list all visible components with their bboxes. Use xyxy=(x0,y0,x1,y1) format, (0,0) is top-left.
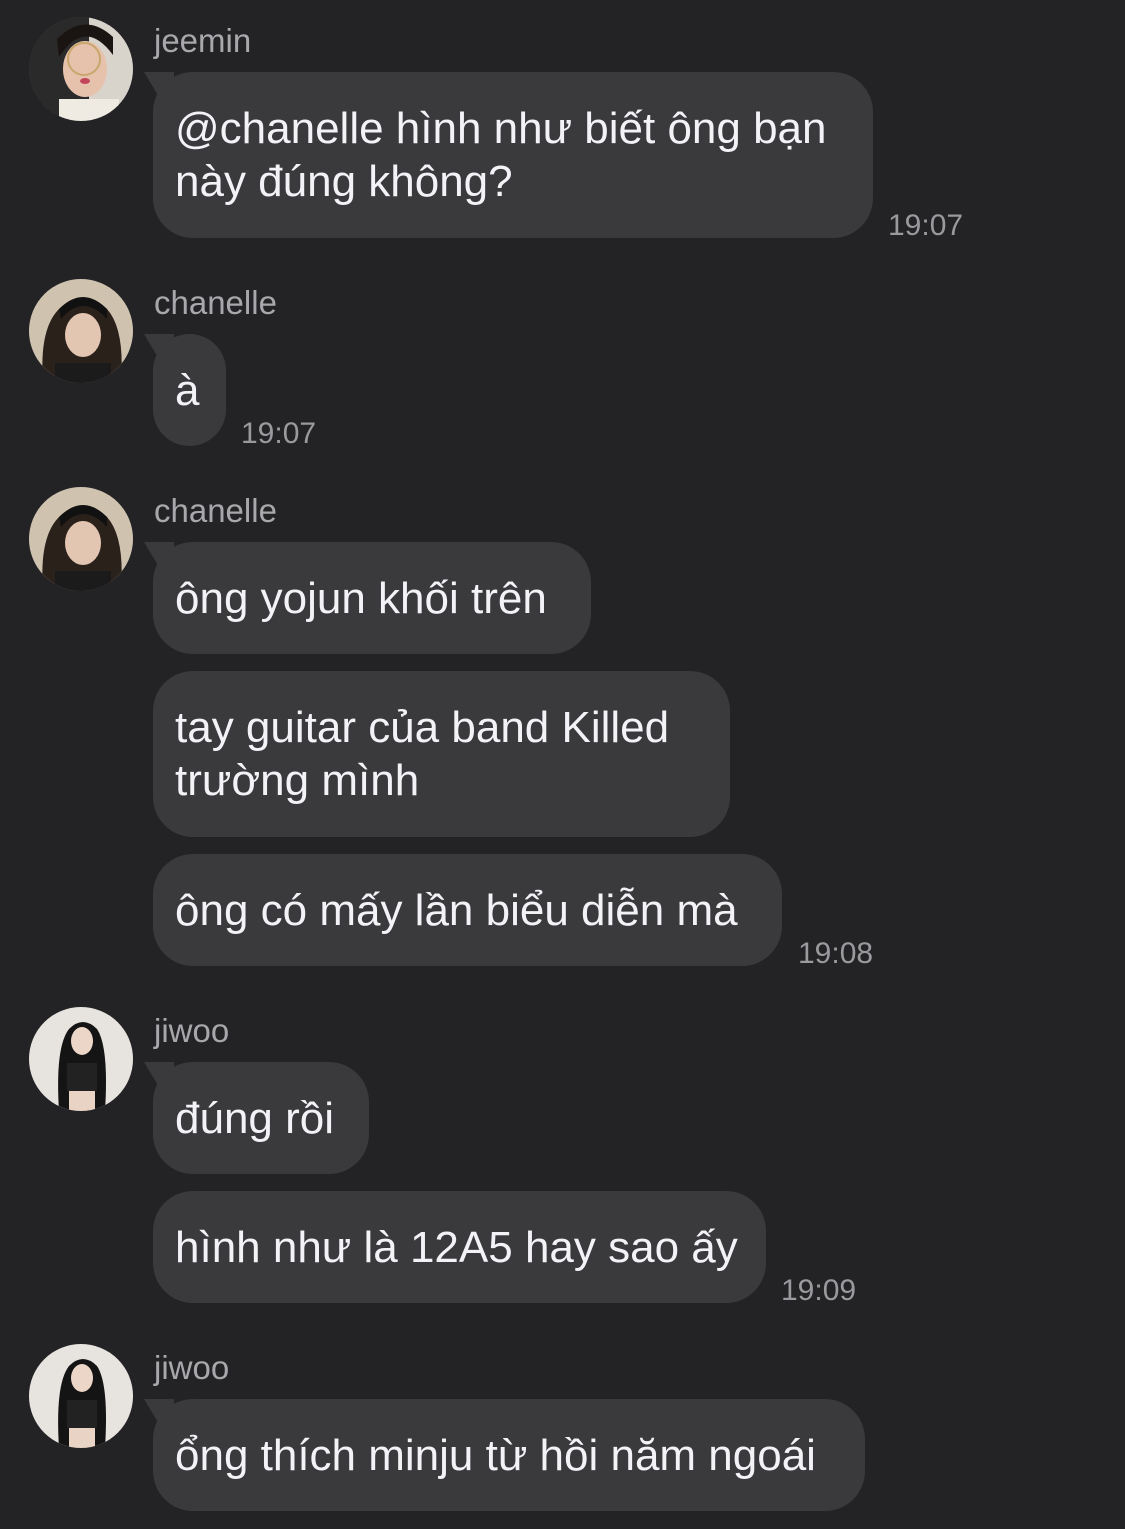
sender-name: chanelle xyxy=(154,492,277,529)
message-text: tay guitar của band Killed trường mình xyxy=(175,703,670,805)
message-timestamp: 19:07 xyxy=(241,417,317,450)
message-bubble[interactable]: đúng rồi xyxy=(153,1062,369,1174)
message-bubble[interactable]: ông có mấy lần biểu diễn mà xyxy=(153,854,782,966)
jiwoo-avatar-icon[interactable] xyxy=(29,1007,133,1111)
message-text: @chanelle hình như biết ông bạn này đúng… xyxy=(175,104,827,206)
sender-name: jiwoo xyxy=(154,1349,230,1386)
message-bubble[interactable]: hình như là 12A5 hay sao ấy xyxy=(153,1191,766,1303)
sender-name: jeemin xyxy=(154,22,252,59)
sender-name: chanelle xyxy=(154,284,277,321)
message-text: đúng rồi xyxy=(175,1094,335,1143)
chanelle-avatar-icon[interactable] xyxy=(29,279,133,383)
message-text: ông yojun khối trên xyxy=(175,574,547,623)
chanelle-avatar-icon[interactable] xyxy=(29,487,133,591)
message-text: ông có mấy lần biểu diễn mà xyxy=(175,886,738,935)
message-timestamp: 19:08 xyxy=(798,937,874,970)
sender-name: jiwoo xyxy=(154,1012,230,1049)
message-timestamp: 19:07 xyxy=(888,209,964,242)
message-bubble[interactable]: à xyxy=(153,334,226,446)
message-bubble[interactable]: tay guitar của band Killed trường mình xyxy=(153,671,730,837)
message-timestamp: 19:09 xyxy=(781,1274,857,1307)
message-text: ổng thích minju từ hồi năm ngoái xyxy=(175,1431,816,1480)
message-text: à xyxy=(175,366,200,415)
jiwoo-avatar-icon[interactable] xyxy=(29,1344,133,1448)
message-text: hình như là 12A5 hay sao ấy xyxy=(175,1223,738,1272)
message-bubble[interactable]: ổng thích minju từ hồi năm ngoái xyxy=(153,1399,865,1511)
message-bubble[interactable]: @chanelle hình như biết ông bạn này đúng… xyxy=(153,72,873,238)
jeemin-avatar-icon[interactable] xyxy=(29,17,133,121)
message-bubble[interactable]: ông yojun khối trên xyxy=(153,542,591,654)
